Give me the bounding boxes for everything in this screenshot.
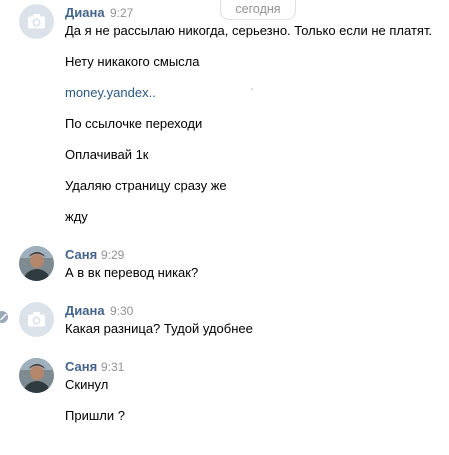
camera-icon [28, 14, 45, 29]
avatar[interactable] [19, 302, 54, 337]
message-text: Удаляю страницу сразу же [65, 178, 227, 193]
camera-icon [28, 312, 45, 327]
message-link[interactable]: money.yandex.. [65, 85, 156, 101]
divider [251, 88, 253, 90]
user-photo [19, 246, 54, 281]
message-time[interactable]: 9:31 [101, 359, 124, 375]
message-text: А в вк перевод никак? [65, 265, 199, 280]
message-author[interactable]: Диана [65, 5, 105, 21]
message-author[interactable]: Саня [65, 359, 97, 375]
message-text: Какая разница? Тудой удобнее [65, 321, 253, 336]
user-photo [19, 358, 54, 393]
check-icon [0, 311, 8, 323]
message-time[interactable]: 9:30 [110, 303, 133, 319]
message-text: По ссылочке переходи [65, 116, 203, 131]
message-author[interactable]: Диана [65, 303, 105, 319]
message-text: Да я не рассылаю никогда, серьезно. Толь… [65, 23, 433, 38]
message-text: Нету никакого смысла [65, 54, 200, 69]
message-time[interactable]: 9:29 [101, 247, 124, 263]
date-separator: сегодня [220, 0, 296, 20]
message-time[interactable]: 9:27 [110, 5, 133, 21]
avatar[interactable] [19, 358, 54, 393]
avatar[interactable] [19, 4, 54, 39]
message-text: Скинул [65, 377, 109, 392]
avatar[interactable] [19, 246, 54, 281]
message-text: Оплачивай 1к [65, 147, 149, 162]
message-text: жду [65, 209, 88, 224]
message-text: Пришли ? [65, 408, 125, 423]
message-author[interactable]: Саня [65, 247, 97, 263]
